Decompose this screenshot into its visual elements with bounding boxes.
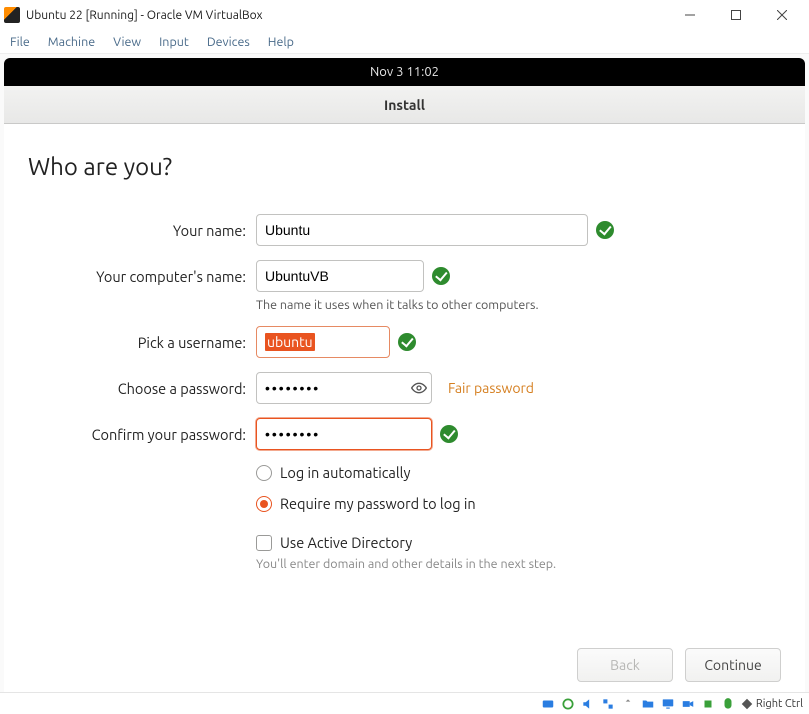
audio-icon[interactable]: [580, 696, 596, 712]
password-strength: Fair password: [448, 380, 534, 396]
installer-body: Who are you? Your name: Your computer's …: [4, 124, 805, 692]
guest-display: Nov 3 11:02 Install Who are you? Your na…: [0, 54, 809, 692]
label-password: Choose a password:: [28, 380, 248, 397]
menu-file[interactable]: File: [10, 35, 30, 49]
network-icon[interactable]: [600, 696, 616, 712]
installer-headerbar: Install: [4, 86, 805, 124]
vb-menubar: File Machine View Input Devices Help: [0, 30, 809, 54]
nav-buttons: Back Continue: [577, 648, 781, 682]
hard-disk-icon[interactable]: [540, 696, 556, 712]
vb-titlebar: Ubuntu 22 [Running] - Oracle VM VirtualB…: [0, 0, 809, 30]
radio-icon: [256, 465, 272, 481]
menu-machine[interactable]: Machine: [48, 35, 95, 49]
ubuntu-topbar: Nov 3 11:02: [4, 58, 805, 86]
checkbox-icon: [256, 535, 272, 551]
vb-statusbar: Right Ctrl: [0, 692, 809, 714]
window-controls: [667, 0, 805, 30]
radio-auto-login[interactable]: Log in automatically: [256, 464, 781, 481]
mouse-integration-icon[interactable]: [720, 696, 736, 712]
check-icon: [398, 333, 416, 351]
maximize-button[interactable]: [713, 0, 759, 30]
label-your-name: Your name:: [28, 222, 248, 239]
usb-icon[interactable]: [620, 696, 636, 712]
clock[interactable]: Nov 3 11:02: [370, 65, 439, 79]
virtualbox-icon: [4, 7, 20, 23]
checkbox-active-directory[interactable]: Use Active Directory: [256, 534, 781, 551]
check-icon: [432, 267, 450, 285]
recording-icon[interactable]: [680, 696, 696, 712]
computer-name-hint: The name it uses when it talks to other …: [256, 298, 539, 312]
menu-input[interactable]: Input: [159, 35, 189, 49]
cpu-icon[interactable]: [700, 696, 716, 712]
radio-require-password[interactable]: Require my password to log in: [256, 495, 781, 512]
installer-title: Install: [384, 97, 425, 113]
optical-drive-icon[interactable]: [560, 696, 576, 712]
minimize-button[interactable]: [667, 0, 713, 30]
vb-window-title: Ubuntu 22 [Running] - Oracle VM VirtualB…: [26, 9, 263, 22]
check-icon: [440, 425, 458, 443]
confirm-password-input[interactable]: [256, 418, 432, 450]
username-input[interactable]: ubuntu: [256, 326, 390, 358]
your-name-input[interactable]: [256, 214, 588, 246]
label-username: Pick a username:: [28, 334, 248, 351]
back-button[interactable]: Back: [577, 648, 673, 682]
shared-folder-icon[interactable]: [640, 696, 656, 712]
computer-name-input[interactable]: [256, 260, 424, 292]
menu-devices[interactable]: Devices: [207, 35, 250, 49]
user-form: Your name: Your computer's name: The nam…: [28, 214, 781, 571]
close-button[interactable]: [759, 0, 805, 30]
password-input[interactable]: [256, 372, 432, 404]
menu-view[interactable]: View: [113, 35, 141, 49]
check-icon: [596, 221, 614, 239]
menu-help[interactable]: Help: [268, 35, 294, 49]
page-heading: Who are you?: [28, 153, 781, 180]
continue-button[interactable]: Continue: [685, 648, 781, 682]
display-icon[interactable]: [660, 696, 676, 712]
label-computer-name: Your computer's name:: [28, 268, 248, 285]
active-directory-hint: You'll enter domain and other details in…: [256, 557, 781, 571]
host-key-indicator[interactable]: Right Ctrl: [740, 697, 803, 711]
label-confirm-password: Confirm your password:: [28, 426, 248, 443]
radio-icon: [256, 496, 272, 512]
